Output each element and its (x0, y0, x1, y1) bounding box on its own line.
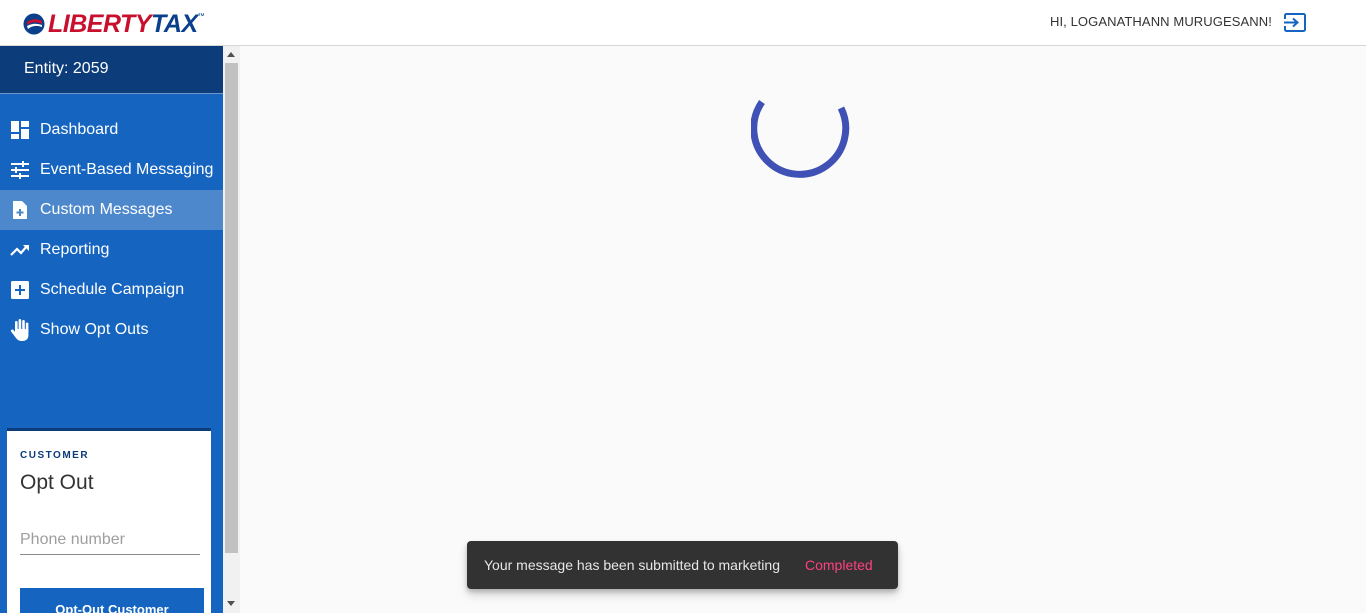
snackbar-action-button[interactable]: Completed (805, 557, 873, 573)
app-header: LIBERTYTAX ™ HI, LOGANATHANN MURUGESANN! (0, 0, 1366, 46)
phone-number-input[interactable] (20, 525, 200, 555)
scroll-down-arrow-icon[interactable] (227, 601, 235, 606)
liberty-tax-logo[interactable]: LIBERTYTAX ™ (22, 10, 205, 38)
sidebar: Entity: 2059 Dashboard Event-Based Messa… (0, 46, 223, 613)
entity-label: Entity: 2059 (24, 60, 109, 77)
logo-trademark: ™ (197, 13, 205, 20)
sidebar-item-label: Schedule Campaign (40, 281, 185, 298)
tune-icon (11, 161, 29, 179)
snackbar: Your message has been submitted to marke… (467, 541, 898, 589)
opt-out-customer-button[interactable]: Opt-Out Customer (20, 588, 204, 613)
sidebar-nav: Dashboard Event-Based Messaging Custom M… (0, 110, 223, 350)
sidebar-item-label: Show Opt Outs (40, 321, 149, 338)
sidebar-item-reporting[interactable]: Reporting (0, 230, 223, 270)
sidebar-item-custom-messages[interactable]: Custom Messages (0, 190, 223, 230)
dashboard-icon (11, 121, 29, 139)
liberty-flag-icon (23, 13, 45, 35)
sidebar-item-dashboard[interactable]: Dashboard (0, 110, 223, 150)
sidebar-item-show-opt-outs[interactable]: Show Opt Outs (0, 310, 223, 350)
sidebar-item-label: Dashboard (40, 121, 119, 138)
sidebar-scrollbar[interactable] (223, 46, 240, 613)
sidebar-item-label: Reporting (40, 241, 110, 258)
card-kicker: CUSTOMER (20, 450, 90, 461)
sidebar-item-event-based-messaging[interactable]: Event-Based Messaging (0, 150, 223, 190)
logo-wordmark: LIBERTYTAX (48, 10, 198, 38)
logout-button[interactable] (1283, 12, 1307, 34)
snackbar-message: Your message has been submitted to marke… (484, 557, 780, 573)
entity-bar: Entity: 2059 (0, 46, 223, 94)
loading-spinner (751, 100, 850, 178)
add-box-icon (11, 281, 29, 299)
sidebar-item-label: Custom Messages (40, 201, 173, 218)
hand-icon (10, 319, 29, 341)
scrollbar-thumb[interactable] (225, 63, 238, 553)
card-title: Opt Out (20, 471, 94, 494)
sidebar-item-label: Event-Based Messaging (40, 161, 214, 178)
trending-up-icon (10, 245, 29, 256)
opt-out-card: CUSTOMER Opt Out Opt-Out Customer (7, 428, 211, 613)
logout-icon (1283, 13, 1306, 32)
scroll-up-arrow-icon[interactable] (227, 52, 235, 57)
note-add-icon (13, 201, 27, 219)
sidebar-item-schedule-campaign[interactable]: Schedule Campaign (0, 270, 223, 310)
user-greeting: HI, LOGANATHANN MURUGESANN! (1049, 14, 1272, 29)
